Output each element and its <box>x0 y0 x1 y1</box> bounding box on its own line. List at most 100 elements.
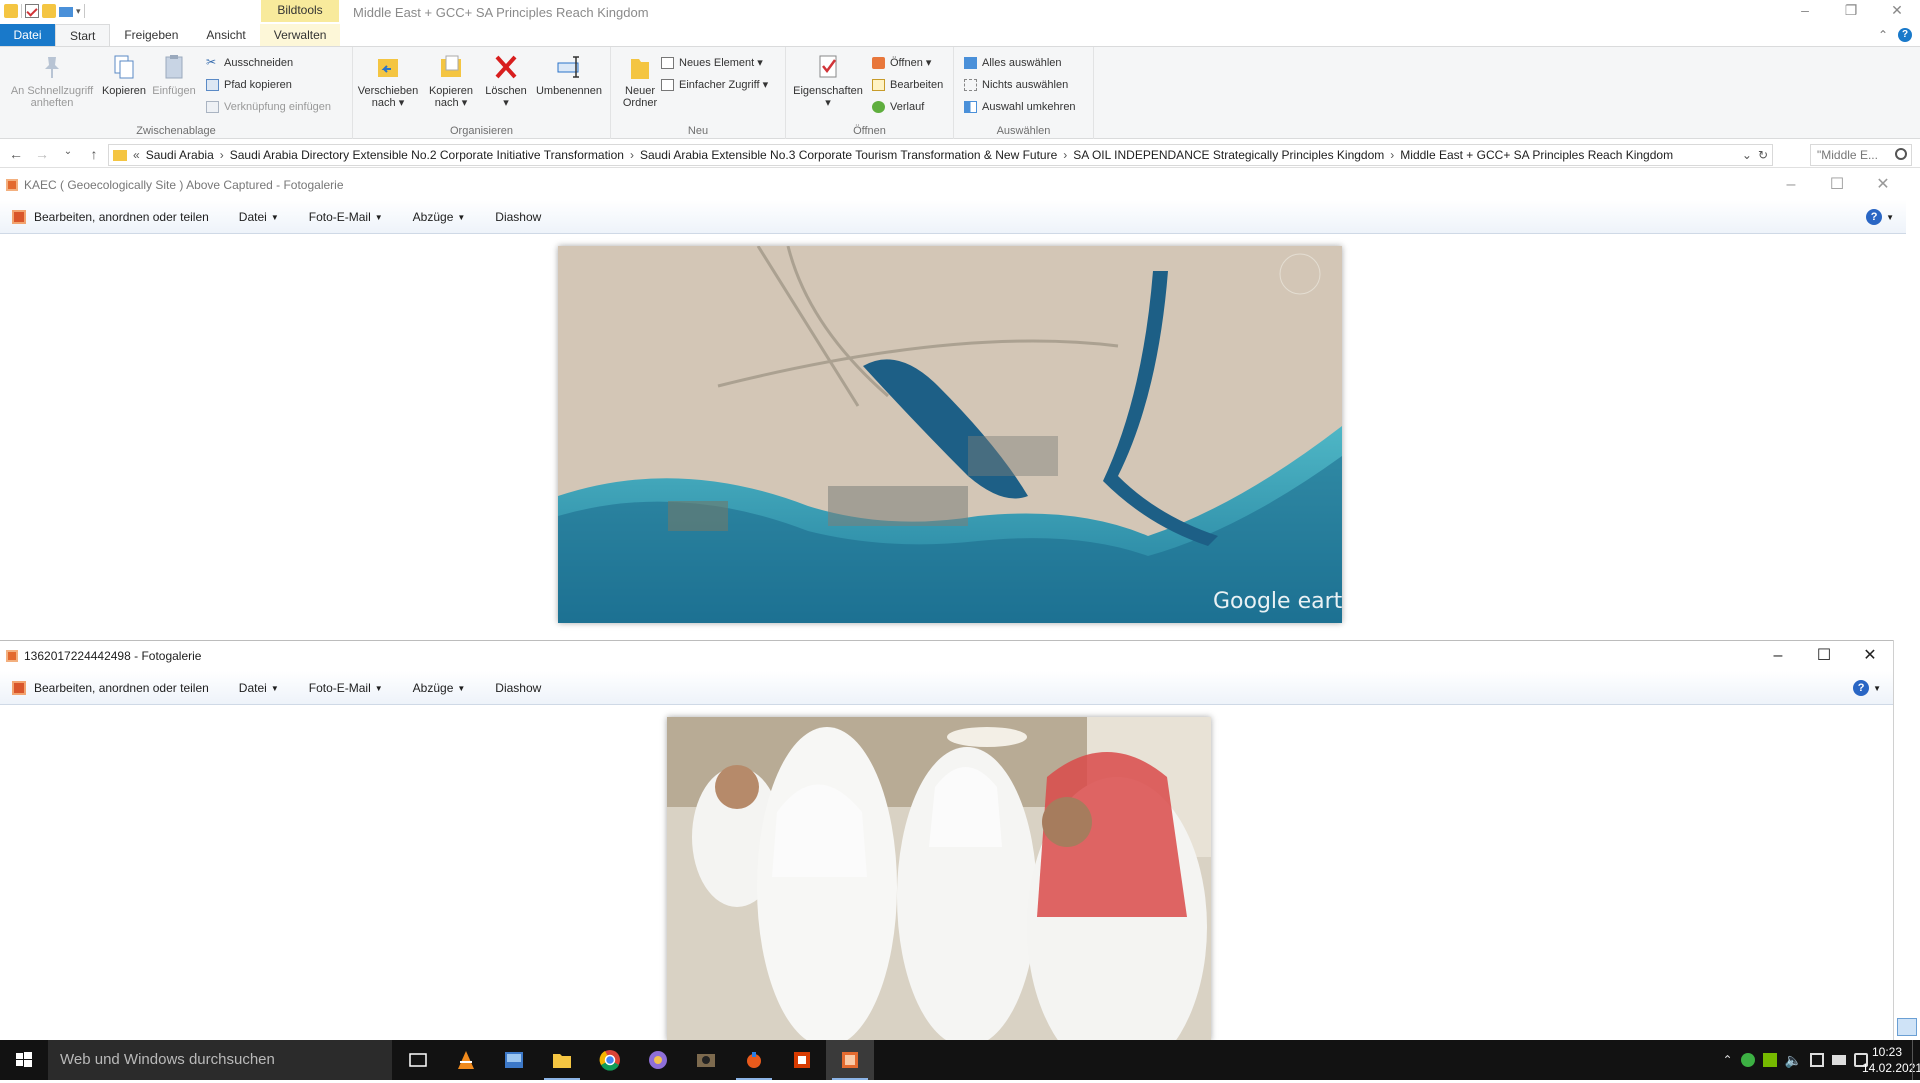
volume-icon[interactable]: 🔈 <box>1785 1052 1802 1069</box>
properties-check-icon[interactable] <box>25 4 39 18</box>
help-button[interactable]: ? ▼ <box>1866 209 1894 225</box>
overflow-chevron-icon[interactable]: « <box>133 148 140 162</box>
breadcrumb-item[interactable]: SA OIL INDEPENDANCE Strategically Princi… <box>1073 148 1384 162</box>
image-viewer-app-button[interactable] <box>490 1040 538 1080</box>
breadcrumb-chevron-icon[interactable]: › <box>1390 148 1394 162</box>
minimize-button[interactable]: – <box>1755 641 1801 671</box>
taskbar-clock[interactable]: 10:23 14.02.2021 <box>1862 1044 1920 1076</box>
panel-toggle-icon[interactable] <box>1897 1018 1917 1036</box>
prints-button[interactable]: Abzüge ▼ <box>413 681 466 695</box>
network-icon[interactable] <box>1810 1053 1824 1067</box>
vlc-app-button[interactable] <box>442 1040 490 1080</box>
breadcrumb-chevron-icon[interactable]: › <box>220 148 224 162</box>
camera-app-button[interactable] <box>682 1040 730 1080</box>
folder-icon[interactable] <box>4 4 18 18</box>
edit-organize-share-button[interactable]: Bearbeiten, anordnen oder teilen <box>34 210 209 224</box>
help-button[interactable]: ? ▼ <box>1853 680 1881 696</box>
slideshow-button[interactable]: Diashow <box>495 681 541 695</box>
qat-dropdown-icon[interactable]: ▾ <box>76 6 81 17</box>
tab-share[interactable]: Freigeben <box>110 24 192 46</box>
new-folder-icon[interactable] <box>42 4 56 18</box>
copy-button[interactable]: Kopieren <box>100 53 148 97</box>
security-shield-icon[interactable] <box>1740 1053 1755 1067</box>
media-app-button[interactable] <box>730 1040 778 1080</box>
explorer-search-input[interactable]: "Middle E... <box>1810 144 1912 166</box>
photo-email-button[interactable]: Foto-E-Mail ▼ <box>309 210 383 224</box>
restore-button[interactable]: ❐ <box>1828 0 1874 22</box>
breadcrumb-chevron-icon[interactable]: › <box>1063 148 1067 162</box>
delete-button[interactable]: Löschen ▾ <box>483 53 529 109</box>
forward-arrow-icon[interactable]: → <box>34 146 50 162</box>
breadcrumb-item[interactable]: Middle East + GCC+ SA Principles Reach K… <box>1400 148 1673 162</box>
start-button[interactable] <box>0 1040 48 1080</box>
prints-button[interactable]: Abzüge ▼ <box>413 210 466 224</box>
breadcrumb-item[interactable]: Saudi Arabia Extensible No.3 Corporate T… <box>640 148 1057 162</box>
edit-organize-share-icon <box>12 680 26 695</box>
open-icon <box>872 57 885 69</box>
address-dropdown-icon[interactable]: ⌄ <box>1742 148 1752 162</box>
maximize-button[interactable]: ☐ <box>1814 170 1860 200</box>
collapse-ribbon-icon[interactable]: ⌃ <box>1878 28 1888 42</box>
office-app-button[interactable] <box>778 1040 826 1080</box>
breadcrumb-chevron-icon[interactable]: › <box>630 148 634 162</box>
invert-selection-button[interactable]: Auswahl umkehren <box>964 98 1076 116</box>
window-controls: – ☐ ✕ <box>1755 641 1893 671</box>
tab-file[interactable]: Datei <box>0 24 55 46</box>
minimize-button[interactable]: – <box>1782 0 1828 22</box>
move-to-button[interactable]: Verschieben nach ▾ <box>357 53 419 109</box>
copy-to-button[interactable]: Kopieren nach ▾ <box>423 53 479 109</box>
breadcrumb-item[interactable]: Saudi Arabia Directory Extensible No.2 C… <box>230 148 624 162</box>
rename-icon[interactable] <box>59 7 73 17</box>
paste-button[interactable]: Einfügen <box>150 53 198 97</box>
show-desktop-button[interactable] <box>1912 1040 1920 1080</box>
tab-start[interactable]: Start <box>55 24 111 46</box>
paste-shortcut-button[interactable]: Verknüpfung einfügen <box>206 98 331 116</box>
tab-view[interactable]: Ansicht <box>192 24 259 46</box>
breadcrumb-item[interactable]: Saudi Arabia <box>146 148 214 162</box>
open-button[interactable]: Öffnen ▾ <box>872 54 931 72</box>
close-button[interactable]: ✕ <box>1847 641 1893 671</box>
slideshow-button[interactable]: Diashow <box>495 210 541 224</box>
edit-button[interactable]: Bearbeiten <box>872 76 943 94</box>
maximize-button[interactable]: ☐ <box>1801 641 1847 671</box>
edit-organize-share-button[interactable]: Bearbeiten, anordnen oder teilen <box>34 681 209 695</box>
photo-email-button[interactable]: Foto-E-Mail ▼ <box>309 681 383 695</box>
back-arrow-icon[interactable]: ← <box>8 146 24 162</box>
pin-quick-access-button[interactable]: An Schnellzugriff anheften <box>6 53 98 109</box>
rename-button[interactable]: Umbenennen <box>531 53 607 97</box>
file-menu-button[interactable]: Datei ▼ <box>239 210 279 224</box>
gallery-title: KAEC ( Geoecologically Site ) Above Capt… <box>24 178 344 192</box>
photo-app-button[interactable] <box>634 1040 682 1080</box>
keyboard-icon[interactable] <box>1832 1055 1846 1065</box>
cut-button[interactable]: ✂ Ausschneiden <box>206 54 293 72</box>
color-wheel-icon <box>649 1051 667 1069</box>
refresh-icon[interactable]: ↻ <box>1758 148 1768 162</box>
minimize-button[interactable]: – <box>1768 170 1814 200</box>
taskbar: Web und Windows durchsuchen ⌃ 🔈 10:23 14… <box>0 1040 1920 1080</box>
new-folder-button[interactable]: Neuer Ordner <box>615 53 665 109</box>
new-item-button[interactable]: Neues Element ▾ <box>661 54 763 72</box>
recent-chevron-icon[interactable]: ⌄ <box>60 146 76 162</box>
close-button[interactable]: ✕ <box>1874 0 1920 22</box>
address-bar[interactable]: « Saudi Arabia › Saudi Arabia Directory … <box>108 144 1773 166</box>
file-explorer-app-button[interactable] <box>538 1040 586 1080</box>
help-icon[interactable]: ? <box>1898 28 1912 42</box>
search-icon[interactable] <box>1895 148 1907 160</box>
select-none-icon <box>964 79 977 91</box>
history-button[interactable]: Verlauf <box>872 98 924 116</box>
task-view-button[interactable] <box>394 1040 442 1080</box>
file-menu-button[interactable]: Datei ▼ <box>239 681 279 695</box>
easy-access-button[interactable]: Einfacher Zugriff ▾ <box>661 76 768 94</box>
select-all-button[interactable]: Alles auswählen <box>964 54 1062 72</box>
properties-button[interactable]: Eigenschaften ▾ <box>790 53 866 109</box>
copy-path-button[interactable]: Pfad kopieren <box>206 76 292 94</box>
photo-gallery-app-button[interactable] <box>826 1040 874 1080</box>
chrome-app-button[interactable] <box>586 1040 634 1080</box>
taskbar-search-input[interactable]: Web und Windows durchsuchen <box>48 1040 392 1080</box>
nvidia-icon[interactable] <box>1762 1053 1777 1067</box>
tab-manage[interactable]: Verwalten <box>259 24 341 46</box>
up-arrow-icon[interactable]: ↑ <box>86 146 102 162</box>
close-button[interactable]: ✕ <box>1860 170 1906 200</box>
select-none-button[interactable]: Nichts auswählen <box>964 76 1068 94</box>
show-hidden-icons-chevron-icon[interactable]: ⌃ <box>1723 1053 1733 1067</box>
